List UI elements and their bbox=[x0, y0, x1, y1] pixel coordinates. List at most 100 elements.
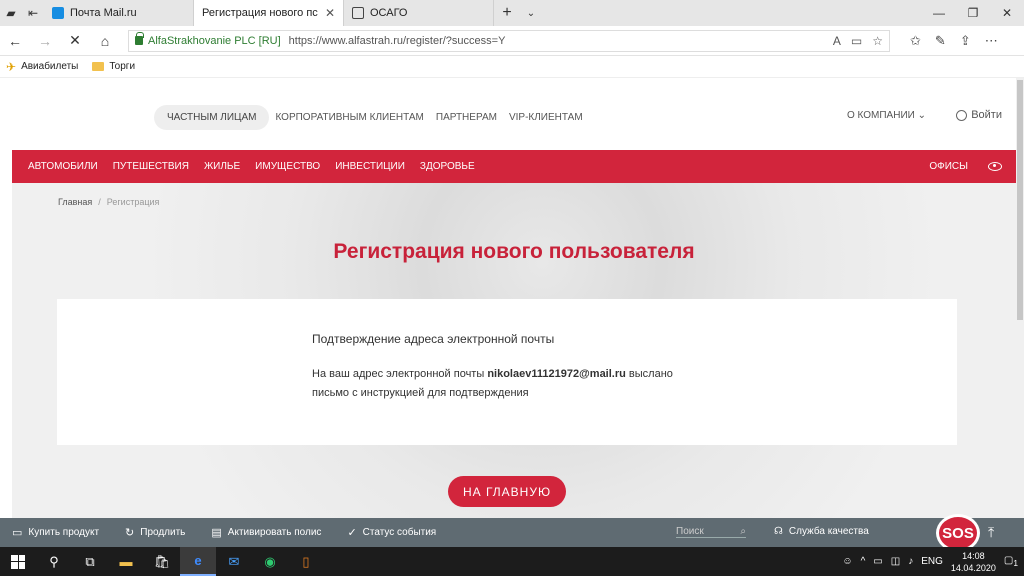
tab-label: Регистрация нового пс bbox=[202, 7, 318, 19]
minimize-button[interactable]: — bbox=[922, 0, 956, 26]
pen-icon[interactable]: ✎ bbox=[935, 33, 946, 49]
url-text[interactable]: https://www.alfastrah.ru/register/?succe… bbox=[289, 35, 833, 47]
go-home-button[interactable]: НА ГЛАВНУЮ bbox=[448, 476, 566, 507]
bottom-item-label: Активировать полис bbox=[227, 527, 322, 538]
address-bar[interactable]: AlfaStrakhovanie PLC [RU] https://www.al… bbox=[128, 29, 890, 52]
restore-button[interactable]: ❐ bbox=[956, 0, 990, 26]
category-housing[interactable]: ЖИЛЬЕ bbox=[204, 161, 240, 172]
store-icon[interactable]: 🛍 bbox=[144, 547, 180, 576]
activate-policy-button[interactable]: ▤ Активировать полис bbox=[211, 526, 321, 539]
login-link[interactable]: Войти bbox=[956, 109, 1002, 121]
tab-actions-icon[interactable]: ▰ bbox=[0, 0, 22, 26]
check-circle-icon: ✓ bbox=[347, 527, 357, 539]
search-icon[interactable]: ⌕ bbox=[740, 526, 746, 537]
chevron-up-icon[interactable]: ^ bbox=[861, 556, 866, 567]
start-button[interactable] bbox=[0, 547, 36, 576]
login-label: Войти bbox=[971, 109, 1002, 121]
mail-favicon-icon bbox=[52, 7, 64, 19]
tab-label: ОСАГО bbox=[370, 7, 408, 19]
bookmark-tenders[interactable]: Торги bbox=[92, 61, 135, 72]
chevron-down-icon: ⌄ bbox=[917, 110, 926, 121]
new-tab-button[interactable]: + bbox=[494, 0, 520, 26]
tab-registration[interactable]: Регистрация нового пс ✕ bbox=[194, 0, 344, 26]
nav-corporate[interactable]: КОРПОРАТИВНЫМ КЛИЕНТАМ bbox=[269, 112, 429, 123]
event-status-button[interactable]: ✓ Статус события bbox=[347, 526, 436, 539]
nav-partners[interactable]: ПАРТНЕРАМ bbox=[430, 112, 503, 123]
headset-icon: ☊ bbox=[774, 526, 783, 537]
language-indicator[interactable]: ENG bbox=[921, 556, 943, 567]
site-search-input[interactable]: Поиск ⌕ bbox=[676, 526, 746, 538]
bookmark-label: Авиабилеты bbox=[21, 61, 79, 72]
battery-icon[interactable]: ▭ bbox=[873, 556, 882, 567]
scroll-to-top-icon[interactable]: ⤒ bbox=[988, 524, 994, 541]
reading-view-icon[interactable]: ▭ bbox=[851, 34, 862, 48]
offices-link[interactable]: ОФИСЫ bbox=[929, 161, 968, 172]
volume-icon[interactable]: ♪ bbox=[908, 556, 913, 567]
forward-button[interactable]: → bbox=[30, 33, 60, 49]
search-icon[interactable]: ⚲ bbox=[36, 547, 72, 576]
category-investments[interactable]: ИНВЕСТИЦИИ bbox=[335, 161, 405, 172]
network-icon[interactable]: ◫ bbox=[891, 556, 900, 567]
read-aloud-icon[interactable]: A bbox=[833, 34, 841, 48]
scrollbar-thumb[interactable] bbox=[1017, 80, 1023, 320]
breadcrumb-separator: / bbox=[98, 197, 101, 207]
nav-vip[interactable]: VIP-КЛИЕНТАМ bbox=[503, 112, 589, 123]
edge-browser-icon[interactable]: e bbox=[180, 547, 216, 576]
search-placeholder: Поиск bbox=[676, 526, 704, 537]
quality-service-button[interactable]: ☊ Служба качества bbox=[774, 526, 869, 537]
nav-private[interactable]: ЧАСТНЫМ ЛИЦАМ bbox=[154, 104, 270, 130]
user-icon bbox=[956, 109, 968, 121]
set-aside-tabs-icon[interactable]: ⇤ bbox=[22, 0, 44, 26]
clock-time: 14:08 bbox=[962, 550, 985, 561]
category-property[interactable]: ИМУЩЕСТВО bbox=[255, 161, 320, 172]
windows-logo-icon bbox=[11, 554, 25, 569]
people-icon[interactable]: ☺ bbox=[842, 556, 852, 567]
whatsapp-icon[interactable]: ◉ bbox=[252, 547, 288, 576]
favorite-star-icon[interactable]: ☆ bbox=[872, 34, 883, 48]
breadcrumb-current: Регистрация bbox=[106, 197, 160, 207]
breadcrumb-home[interactable]: Главная bbox=[58, 197, 92, 207]
window-close-button[interactable]: ✕ bbox=[990, 0, 1024, 26]
site-bottom-bar: ▭ Купить продукт ↻ Продлить ▤ Активирова… bbox=[0, 518, 1024, 547]
page-favicon-icon bbox=[352, 7, 364, 19]
lock-icon bbox=[135, 32, 144, 45]
company-menu-label: О КОМПАНИИ bbox=[846, 110, 915, 121]
buy-product-button[interactable]: ▭ Купить продукт bbox=[12, 526, 99, 539]
windows-taskbar: ⚲ ⧉ ▬ 🛍 e ✉ ◉ ▯ ☺ ^ ▭ ◫ ♪ ENG 14:08 14.0… bbox=[0, 547, 1024, 576]
notifications-icon[interactable]: ▢1 bbox=[1004, 555, 1018, 568]
bookmark-flights[interactable]: ✈ Авиабилеты bbox=[6, 60, 78, 74]
tab-osago[interactable]: ОСАГО bbox=[344, 0, 494, 26]
card-title: Подтверждение адреса электронной почты bbox=[312, 332, 555, 346]
category-travel[interactable]: ПУТЕШЕСТВИЯ bbox=[113, 161, 189, 172]
more-icon[interactable]: ⋯ bbox=[985, 33, 998, 49]
company-menu[interactable]: О КОМПАНИИ ⌄ bbox=[847, 110, 926, 121]
email-address: nikolaev11121972@mail.ru bbox=[487, 368, 626, 380]
category-health[interactable]: ЗДОРОВЬЕ bbox=[420, 161, 475, 172]
close-icon[interactable]: ✕ bbox=[325, 6, 335, 20]
category-auto[interactable]: АВТОМОБИЛИ bbox=[28, 161, 98, 172]
file-explorer-icon[interactable]: ▬ bbox=[108, 547, 144, 576]
quality-label: Служба качества bbox=[788, 526, 869, 537]
task-view-icon[interactable]: ⧉ bbox=[72, 547, 108, 576]
certificate-label[interactable]: AlfaStrakhovanie PLC [RU] bbox=[148, 35, 281, 47]
document-icon: ▤ bbox=[211, 527, 222, 539]
chevron-down-icon[interactable]: ⌄ bbox=[520, 0, 542, 26]
airplane-icon: ✈ bbox=[6, 59, 17, 74]
card-text: На ваш адрес электронной почты nikolaev1… bbox=[312, 365, 692, 403]
back-button[interactable]: ← bbox=[0, 33, 30, 49]
browser-toolbar: ← → ✕ ⌂ AlfaStrakhovanie PLC [RU] https:… bbox=[0, 26, 1024, 56]
page-title: Регистрация нового пользователя bbox=[333, 240, 695, 263]
share-icon[interactable]: ⇪ bbox=[960, 33, 971, 49]
accessibility-eye-icon[interactable] bbox=[988, 162, 1002, 171]
clock[interactable]: 14:08 14.04.2020 bbox=[951, 550, 996, 574]
favorites-icon[interactable]: ✩ bbox=[910, 33, 921, 49]
breadcrumb: Главная / Регистрация bbox=[58, 197, 159, 207]
stop-loading-button[interactable]: ✕ bbox=[60, 32, 90, 49]
confirmation-card: Подтверждение адреса электронной почты Н… bbox=[57, 299, 957, 445]
card-text-before: На ваш адрес электронной почты bbox=[312, 368, 488, 380]
renew-button[interactable]: ↻ Продлить bbox=[125, 526, 185, 539]
tab-mail[interactable]: Почта Mail.ru bbox=[44, 0, 194, 26]
home-button[interactable]: ⌂ bbox=[90, 33, 120, 49]
document-app-icon[interactable]: ▯ bbox=[288, 547, 324, 576]
mail-app-icon[interactable]: ✉ bbox=[216, 547, 252, 576]
